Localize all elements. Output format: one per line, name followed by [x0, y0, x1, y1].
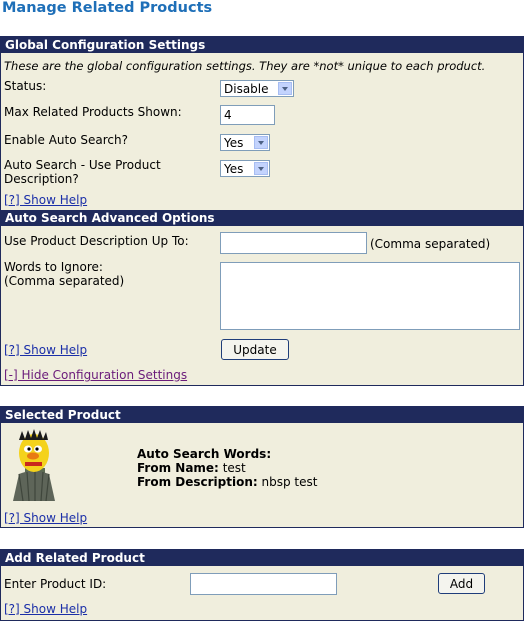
words-to-ignore-label: Words to Ignore: (Comma separated) [4, 260, 124, 288]
from-description-row: From Description: nbsp test [137, 475, 317, 489]
from-name-row: From Name: test [137, 461, 246, 475]
use-description-value: Yes [224, 162, 244, 176]
selected-product-header: Selected Product [1, 407, 523, 423]
from-name-value: test [222, 461, 246, 475]
enable-auto-search-value: Yes [224, 136, 244, 150]
selected-show-help-link[interactable]: [?] Show Help [4, 511, 87, 525]
global-config-panel: Global Configuration Settings These are … [0, 36, 524, 386]
comma-separated-note: (Comma separated) [370, 237, 491, 251]
from-description-label: From Description: [137, 475, 258, 489]
chevron-down-icon[interactable] [254, 136, 268, 149]
enable-auto-search-label: Enable Auto Search? [4, 133, 128, 147]
use-description-label: Auto Search - Use Product Description? [4, 158, 161, 186]
advanced-show-help-link[interactable]: [?] Show Help [4, 343, 87, 357]
selected-product-panel: Selected Product Auto Search Words: From… [0, 406, 524, 528]
enable-auto-search-select[interactable]: Yes [220, 134, 270, 151]
global-config-header: Global Configuration Settings [1, 37, 523, 53]
words-to-ignore-label-line1: Words to Ignore: [4, 260, 103, 274]
status-select[interactable]: Disable [220, 80, 294, 97]
chevron-down-icon[interactable] [278, 82, 292, 95]
add-related-header: Add Related Product [1, 550, 523, 566]
max-related-input[interactable] [220, 105, 275, 125]
add-related-show-help-link[interactable]: [?] Show Help [4, 602, 87, 616]
words-to-ignore-label-line2: (Comma separated) [4, 274, 125, 288]
product-id-input[interactable] [190, 573, 337, 595]
advanced-options-header: Auto Search Advanced Options [1, 210, 523, 226]
update-button[interactable]: Update [221, 339, 289, 360]
chevron-down-icon[interactable] [254, 162, 268, 175]
use-description-label-line2: Description? [4, 172, 79, 186]
hide-config-settings-link[interactable]: [-] Hide Configuration Settings [4, 368, 187, 382]
auto-search-words-label: Auto Search Words: [137, 447, 272, 461]
product-thumbnail-icon [13, 429, 55, 502]
status-label: Status: [4, 79, 47, 93]
page-title: Manage Related Products [2, 0, 213, 16]
from-description-value: nbsp test [261, 475, 318, 489]
global-config-note: These are the global configuration setti… [4, 59, 486, 73]
use-description-select[interactable]: Yes [220, 160, 270, 177]
words-to-ignore-textarea[interactable] [220, 262, 520, 330]
from-name-label: From Name: [137, 461, 219, 475]
product-id-label: Enter Product ID: [4, 577, 107, 591]
add-related-panel: Add Related Product Enter Product ID: Ad… [0, 549, 524, 621]
description-up-to-label: Use Product Description Up To: [4, 234, 189, 248]
product-image [5, 428, 62, 502]
status-select-value: Disable [224, 82, 269, 96]
add-button[interactable]: Add [438, 573, 485, 594]
global-show-help-link[interactable]: [?] Show Help [4, 193, 87, 207]
description-up-to-input[interactable] [220, 232, 367, 254]
max-related-label: Max Related Products Shown: [4, 105, 182, 119]
use-description-label-line1: Auto Search - Use Product [4, 158, 161, 172]
